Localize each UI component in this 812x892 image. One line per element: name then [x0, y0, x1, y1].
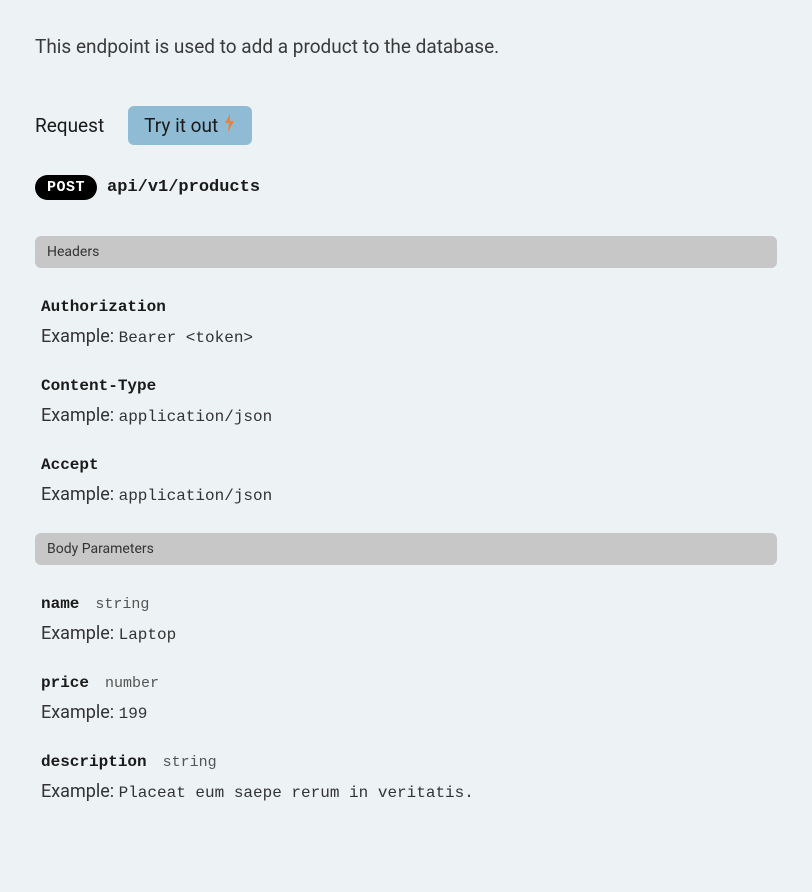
param-type: string	[163, 754, 217, 771]
example-value: Bearer <token>	[119, 329, 253, 347]
body-params-section-header: Body Parameters	[35, 533, 777, 565]
param-type: number	[105, 675, 159, 692]
try-it-out-button[interactable]: Try it out	[128, 106, 252, 145]
param-type: string	[95, 596, 149, 613]
tabs-row: Request Try it out	[35, 106, 777, 145]
body-param: description string Example: Placeat eum …	[35, 751, 777, 802]
example-value: 199	[119, 705, 148, 723]
example-line: Example: Placeat eum saepe rerum in veri…	[41, 781, 777, 802]
example-label: Example:	[41, 623, 114, 644]
body-param: price number Example: 199	[35, 672, 777, 723]
header-param: Content-Type Example: application/json	[35, 375, 777, 426]
param-name: name	[41, 595, 79, 613]
param-name: description	[41, 753, 147, 771]
endpoint-description: This endpoint is used to add a product t…	[35, 35, 777, 58]
bolt-icon	[224, 114, 236, 137]
example-label: Example:	[41, 781, 114, 802]
endpoint-path: api/v1/products	[107, 178, 260, 197]
example-label: Example:	[41, 484, 114, 505]
example-line: Example: Bearer <token>	[41, 326, 777, 347]
headers-section-header: Headers	[35, 236, 777, 268]
header-param: Accept Example: application/json	[35, 454, 777, 505]
example-value: application/json	[119, 408, 273, 426]
example-value: application/json	[119, 487, 273, 505]
example-line: Example: application/json	[41, 484, 777, 505]
param-name: Content-Type	[41, 377, 156, 395]
header-param: Authorization Example: Bearer <token>	[35, 296, 777, 347]
example-line: Example: Laptop	[41, 623, 777, 644]
param-name: price	[41, 674, 89, 692]
try-it-out-label: Try it out	[144, 114, 218, 137]
example-line: Example: application/json	[41, 405, 777, 426]
example-label: Example:	[41, 702, 114, 723]
method-row: POST api/v1/products	[35, 175, 777, 200]
api-doc-panel: This endpoint is used to add a product t…	[0, 0, 812, 802]
body-param: name string Example: Laptop	[35, 593, 777, 644]
http-method-badge: POST	[35, 175, 97, 200]
example-label: Example:	[41, 326, 114, 347]
example-line: Example: 199	[41, 702, 777, 723]
param-name: Authorization	[41, 298, 166, 316]
tab-request[interactable]: Request	[35, 114, 104, 137]
example-value: Laptop	[119, 626, 177, 644]
example-label: Example:	[41, 405, 114, 426]
param-name: Accept	[41, 456, 99, 474]
example-value: Placeat eum saepe rerum in veritatis.	[119, 784, 474, 802]
